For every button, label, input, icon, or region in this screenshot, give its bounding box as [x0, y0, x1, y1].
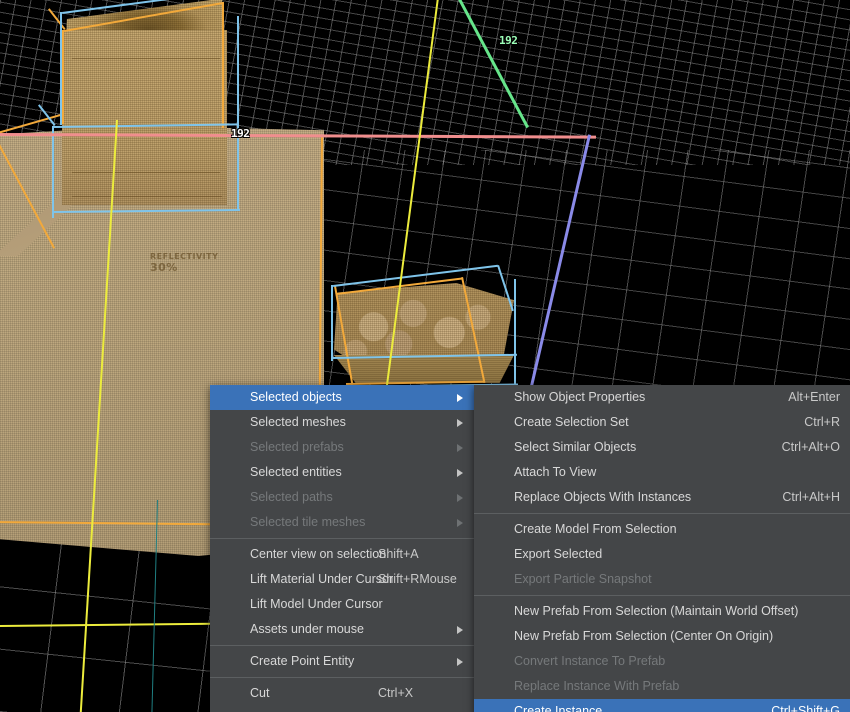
menu-item-label: Replace Objects With Instances — [514, 490, 692, 504]
menu-item-shortcut: Ctrl+X — [378, 686, 414, 700]
context-menu-item-selected-paths: Selected paths — [210, 485, 474, 510]
menu-item-shortcut: Ctrl+Shift+G — [771, 704, 840, 712]
selected-objects-submenu[interactable]: Show Object Properties Alt+Enter Create Se… — [474, 385, 850, 712]
menu-item-label: Assets under mouse — [250, 622, 364, 636]
context-menu-item-selected-tile-meshes: Selected tile meshes — [210, 510, 474, 535]
context-menu-item-copy[interactable]: CopyCtrl+C — [210, 706, 474, 712]
submenu-item-select-similar-objects[interactable]: Select Similar Objects Ctrl+Alt+O — [474, 435, 850, 460]
crate-plank-line-3 — [72, 196, 222, 197]
reflectivity-value: 30% — [150, 261, 178, 274]
menu-item-label: Create Model From Selection — [514, 522, 677, 536]
submenu-item-replace-instance-with-prefab: Replace Instance With Prefab — [474, 674, 850, 699]
submenu-item-export-selected[interactable]: Export Selected — [474, 542, 850, 567]
menu-separator — [210, 645, 474, 646]
menu-item-label: New Prefab From Selection (Center On Ori… — [514, 629, 774, 643]
menu-separator — [210, 538, 474, 539]
context-menu-item-selected-objects[interactable]: Selected objects — [210, 385, 474, 410]
submenu-arrow-icon — [457, 519, 463, 527]
submenu-item-create-instance[interactable]: Create Instance Ctrl+Shift+G — [474, 699, 850, 712]
menu-separator — [474, 513, 850, 514]
context-menu-item-assets-under-mouse[interactable]: Assets under mouse — [210, 617, 474, 642]
menu-separator — [210, 677, 474, 678]
crate-outline-left — [62, 30, 64, 124]
submenu-arrow-icon — [457, 626, 463, 634]
material-reflectivity-overlay: REFLECTIVITY 30% — [150, 251, 218, 273]
submenu-item-new-prefab-from-selection-maintain-world-offset[interactable]: New Prefab From Selection (Maintain Worl… — [474, 599, 850, 624]
menu-item-label: Export Particle Snapshot — [514, 572, 652, 586]
menu-item-label: Lift Model Under Cursor — [250, 597, 383, 611]
measurement-label-x: 192 — [231, 127, 250, 140]
submenu-arrow-icon — [457, 419, 463, 427]
menu-item-shortcut: Ctrl+R — [804, 415, 840, 429]
submenu-item-convert-instance-to-prefab: Convert Instance To Prefab — [474, 649, 850, 674]
submenu-item-replace-objects-with-instances[interactable]: Replace Objects With Instances Ctrl+Alt+H — [474, 485, 850, 510]
submenu-arrow-icon — [457, 444, 463, 452]
crate-bbox-front-left — [52, 126, 54, 218]
rubble-bbox-right — [514, 279, 516, 385]
submenu-arrow-icon — [457, 394, 463, 402]
measurement-label-y: 192 — [499, 34, 518, 47]
menu-item-shortcut: Alt+Enter — [788, 390, 840, 404]
crate-bbox-front-right — [237, 16, 239, 210]
submenu-item-export-particle-snapshot: Export Particle Snapshot — [474, 567, 850, 592]
submenu-item-new-prefab-from-selection-center-on-origin[interactable]: New Prefab From Selection (Center On Ori… — [474, 624, 850, 649]
menu-item-label: Replace Instance With Prefab — [514, 679, 680, 693]
context-menu-item-center-view-on-selection[interactable]: Center view on selection Shift+A — [210, 542, 474, 567]
context-menu-item-cut[interactable]: Cut Ctrl+X — [210, 681, 474, 706]
menu-item-label: Selected objects — [250, 390, 342, 404]
menu-item-label: Create Point Entity — [250, 654, 355, 668]
rubble-bbox-left — [331, 285, 333, 361]
submenu-item-attach-to-view[interactable]: Attach To View — [474, 460, 850, 485]
menu-item-label: Select Similar Objects — [514, 440, 637, 454]
menu-item-label: Attach To View — [514, 465, 597, 479]
menu-item-shortcut: Ctrl+Alt+H — [782, 490, 840, 504]
menu-separator — [474, 595, 850, 596]
menu-item-label: Selected meshes — [250, 415, 346, 429]
rubble-model-front-face — [334, 355, 514, 383]
menu-item-label: Convert Instance To Prefab — [514, 654, 666, 668]
menu-item-shortcut: Shift+A — [378, 547, 419, 561]
submenu-item-show-object-properties[interactable]: Show Object Properties Alt+Enter — [474, 385, 850, 410]
crate-plank-line-2 — [72, 172, 220, 173]
hammer-editor-window: REFLECTIVITY 30% 192 192 Selected object… — [0, 0, 850, 712]
crate-bbox-left-edge — [60, 12, 62, 125]
menu-item-label: Cut — [250, 686, 270, 700]
menu-item-label: Selected entities — [250, 465, 342, 479]
menu-item-label: Export Selected — [514, 547, 603, 561]
context-menu-item-selected-meshes[interactable]: Selected meshes — [210, 410, 474, 435]
submenu-item-create-model-from-selection[interactable]: Create Model From Selection — [474, 517, 850, 542]
context-menu-item-create-point-entity[interactable]: Create Point Entity — [210, 649, 474, 674]
menu-item-label: Selected tile meshes — [250, 515, 366, 529]
submenu-item-create-selection-set[interactable]: Create Selection Set Ctrl+R — [474, 410, 850, 435]
menu-item-label: New Prefab From Selection (Maintain Worl… — [514, 604, 799, 618]
context-menu-item-selected-entities[interactable]: Selected entities — [210, 460, 474, 485]
crate-outline-right — [222, 2, 224, 128]
context-menu-item-lift-material-under-cursor[interactable]: Lift Material Under Cursor Shift+RMouse — [210, 567, 474, 592]
submenu-arrow-icon — [457, 494, 463, 502]
menu-item-shortcut: Ctrl+C — [378, 706, 414, 712]
menu-item-label: Create Selection Set — [514, 415, 629, 429]
menu-item-label: Show Object Properties — [514, 390, 646, 404]
menu-item-label: Create Instance — [514, 704, 603, 712]
menu-item-shortcut: Ctrl+Alt+O — [781, 440, 840, 454]
menu-item-label: Lift Material Under Cursor — [250, 572, 394, 586]
context-menu-item-selected-prefabs: Selected prefabs — [210, 435, 474, 460]
submenu-arrow-icon — [457, 658, 463, 666]
menu-item-label: Selected paths — [250, 490, 333, 504]
menu-item-shortcut: Shift+RMouse — [378, 572, 457, 586]
context-menu-item-lift-model-under-cursor[interactable]: Lift Model Under Cursor — [210, 592, 474, 617]
selection-context-menu[interactable]: Selected objects Selected meshes Selected … — [210, 385, 474, 712]
menu-item-label: Selected prefabs — [250, 440, 344, 454]
menu-item-label: Center view on selection — [250, 547, 387, 561]
crate-plank-line-1 — [72, 58, 220, 59]
submenu-arrow-icon — [457, 469, 463, 477]
crate-model-front-face[interactable] — [62, 30, 227, 205]
